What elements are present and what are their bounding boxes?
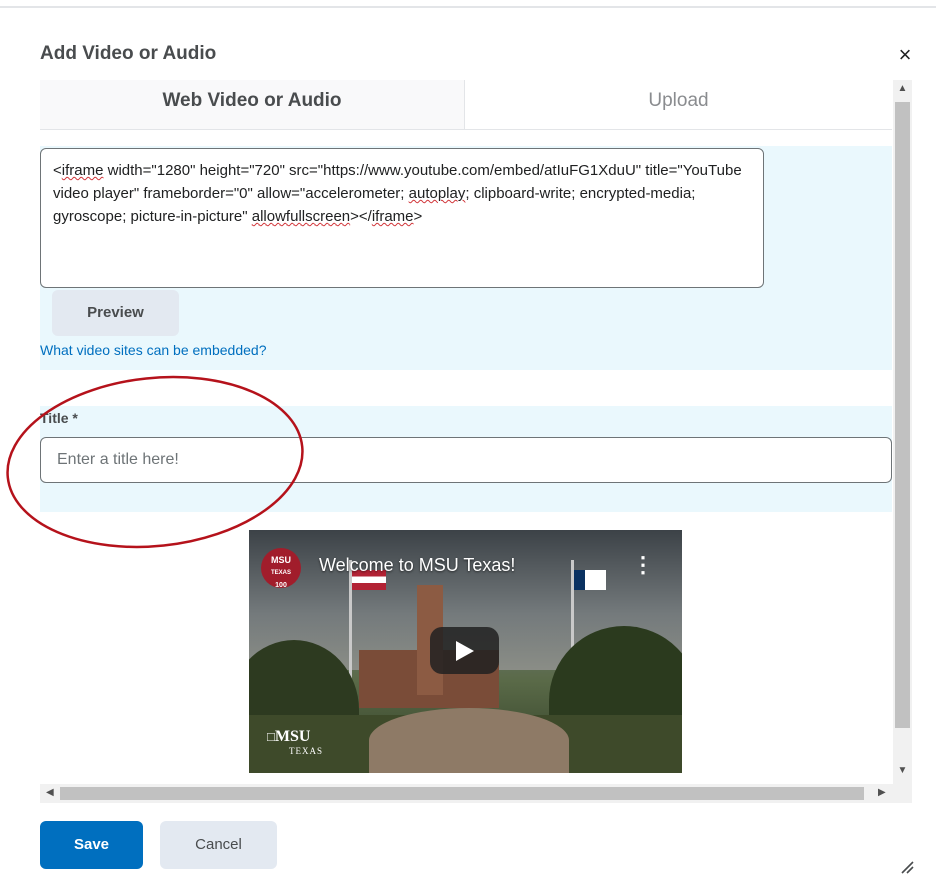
close-icon[interactable]: × — [894, 44, 916, 66]
spellcheck-word: allowfullscreen — [251, 208, 351, 225]
video-preview-player[interactable]: MSU TEXAS 100 Welcome to MSU Texas! ⋮ □M… — [249, 530, 682, 773]
scroll-right-icon[interactable]: ▶ — [878, 788, 886, 798]
tab-web-video-or-audio[interactable]: Web Video or Audio — [40, 80, 465, 129]
scroll-down-icon[interactable]: ▼ — [893, 766, 912, 776]
embeddable-sites-link[interactable]: What video sites can be embedded? — [40, 342, 266, 358]
dialog-title: Add Video or Audio — [40, 43, 217, 64]
plaza — [369, 708, 569, 773]
save-button[interactable]: Save — [40, 821, 143, 869]
title-label: Title * — [40, 410, 78, 426]
top-divider — [0, 6, 936, 8]
vertical-scrollbar[interactable]: ▲ ▼ — [893, 80, 912, 784]
embed-code-textarea[interactable]: <iframe width="1280" height="720" src="h… — [40, 148, 764, 288]
scroll-left-icon[interactable]: ◀ — [46, 788, 54, 798]
play-icon[interactable] — [430, 627, 499, 674]
spellcheck-word: autoplay — [408, 185, 466, 202]
texas-flag — [574, 570, 606, 590]
title-input[interactable] — [40, 437, 892, 483]
title-section: Title * — [40, 406, 892, 512]
spellcheck-word: iframe — [61, 162, 104, 179]
vertical-scroll-thumb[interactable] — [895, 102, 910, 728]
embed-section: <iframe width="1280" height="720" src="h… — [40, 146, 892, 370]
more-options-icon[interactable]: ⋮ — [632, 552, 654, 578]
horizontal-scrollbar[interactable]: ◀ ▶ — [40, 784, 912, 803]
resize-handle-icon[interactable] — [896, 856, 914, 874]
tab-upload[interactable]: Upload — [465, 80, 892, 129]
tab-bar: Web Video or Audio Upload — [40, 80, 892, 130]
scroll-up-icon[interactable]: ▲ — [893, 84, 912, 94]
msu-texas-watermark: □MSU TEXAS — [267, 728, 323, 757]
horizontal-scroll-thumb[interactable] — [60, 787, 864, 800]
preview-button[interactable]: Preview — [52, 290, 179, 336]
cancel-button[interactable]: Cancel — [160, 821, 277, 869]
video-title[interactable]: Welcome to MSU Texas! — [319, 555, 515, 576]
dialog-body[interactable]: Web Video or Audio Upload <iframe width=… — [40, 80, 892, 784]
spellcheck-word: iframe — [371, 208, 414, 225]
channel-logo[interactable]: MSU TEXAS 100 — [261, 548, 301, 589]
